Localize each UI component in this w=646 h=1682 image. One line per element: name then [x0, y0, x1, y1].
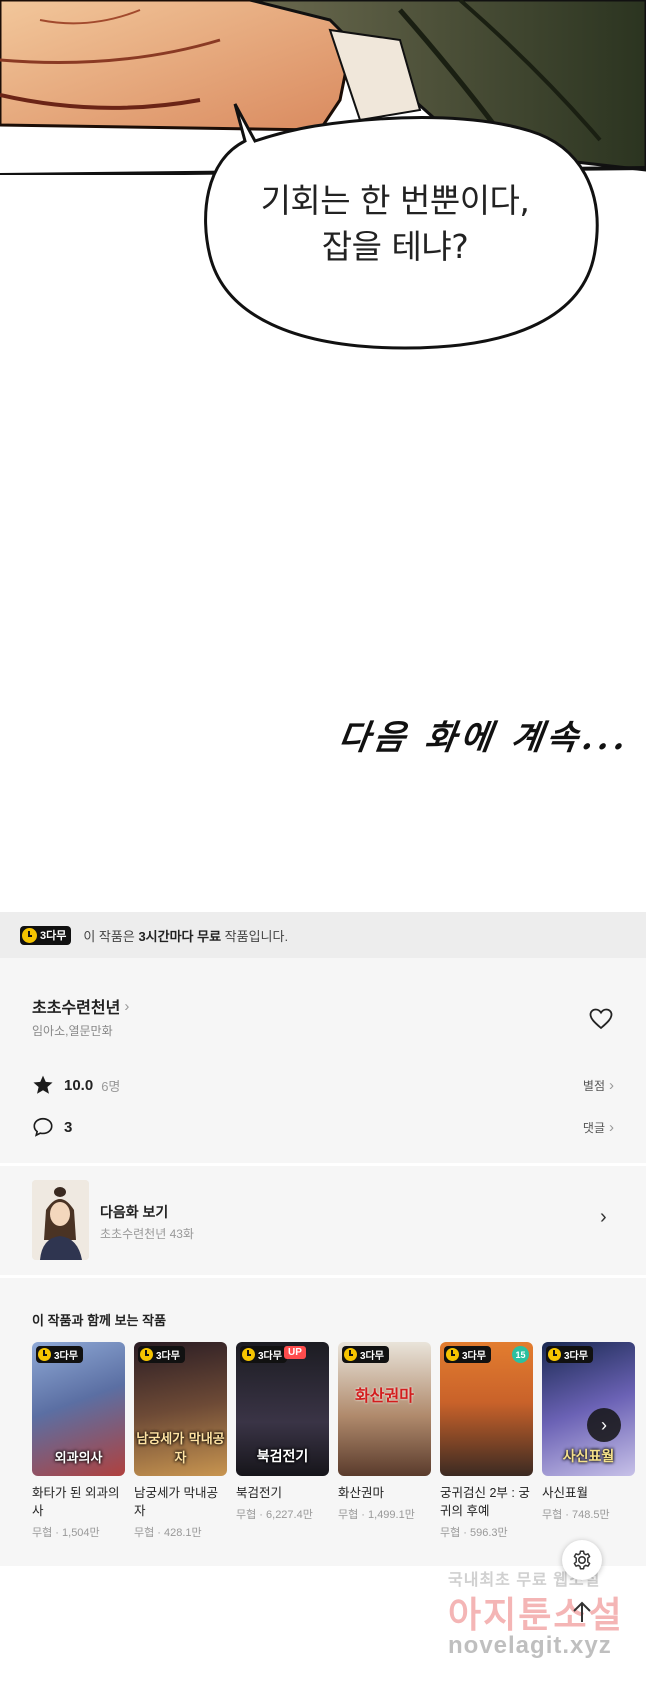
next-episode-row[interactable]: 다음화 보기 초초수련천년 43화 › — [0, 1166, 646, 1275]
chevron-right-icon: › — [601, 1414, 607, 1435]
settings-button[interactable] — [562, 1540, 602, 1580]
wait-free-badge: 3다무 — [20, 925, 72, 945]
watermark-line-3: novelagit.xyz — [448, 1632, 612, 1659]
next-episode-label: 다음화 보기 — [100, 1204, 169, 1220]
card-meta: 무협 · 596.3만 — [440, 1527, 508, 1539]
recommendation-card[interactable]: 3다무 15 궁귀검신 2부 : 궁귀의 후예 무협 · 596.3만 — [440, 1342, 533, 1540]
recommendations-carousel: 3다무 외과의사 화타가 된 외과의사 무협 · 1,504만 3다무 남궁세가… — [32, 1342, 646, 1552]
card-badge-label: 3다무 — [462, 1351, 486, 1362]
rating-link-label: 별점 — [582, 1078, 605, 1093]
card-title: 궁귀검신 2부 : 궁귀의 후예 — [440, 1486, 530, 1518]
to-be-continued-text: 다음 화에 계속... — [335, 718, 633, 758]
clock-icon — [38, 1348, 51, 1361]
wait-free-badge: 3다무 — [444, 1346, 491, 1363]
free-schedule-banner: 3다무 이 작품은 3시간마다 무료 작품입니다. — [0, 912, 646, 958]
card-title: 화타가 된 외과의사 — [32, 1486, 120, 1518]
carousel-next-button[interactable]: › — [587, 1408, 621, 1442]
wait-free-badge: 3다무 — [138, 1346, 185, 1363]
card-meta: 무협 · 1,499.1만 — [338, 1509, 415, 1521]
cover-title-art: 외과의사 — [54, 1451, 103, 1466]
thumbnail-art — [32, 1180, 89, 1260]
clock-icon — [140, 1348, 153, 1361]
card-badge-label: 3다무 — [258, 1351, 282, 1362]
wait-free-badge-label: 3다무 — [40, 930, 67, 942]
comment-row: 3 댓글 › — [32, 1114, 614, 1140]
card-badge-label: 3다무 — [360, 1351, 384, 1362]
wait-free-badge: 3다무 — [240, 1346, 287, 1363]
card-title: 화산권마 — [338, 1486, 385, 1500]
clock-icon — [344, 1348, 357, 1361]
speech-line-2: 잡을 테냐? — [321, 227, 469, 266]
series-authors: 임아소,열문만화 — [32, 1024, 113, 1038]
next-episode-thumbnail — [32, 1180, 89, 1260]
card-title: 북검전기 — [236, 1486, 283, 1500]
card-cover: 3다무 남궁세가 막내공자 — [134, 1342, 227, 1476]
scroll-to-top-button[interactable] — [566, 1596, 598, 1628]
chevron-right-icon: › — [609, 1076, 614, 1094]
comment-link[interactable]: 댓글 › — [583, 1119, 614, 1136]
card-meta: 무협 · 748.5만 — [542, 1509, 610, 1521]
comment-icon — [33, 1117, 53, 1137]
clock-icon — [548, 1348, 561, 1361]
series-title-link[interactable]: 초초수련천년 › — [32, 994, 129, 1018]
recommendation-card[interactable]: 3다무 화산권마 화산권마 무협 · 1,499.1만 — [338, 1342, 431, 1522]
card-meta: 무협 · 428.1만 — [134, 1527, 202, 1539]
chevron-right-icon: › — [609, 1118, 614, 1136]
clock-icon — [22, 927, 37, 943]
speech-line-1: 기회는 한 번뿐이다, — [260, 181, 530, 220]
free-banner-text-bold: 3시간마다 무료 — [138, 928, 222, 944]
cover-title-art: 남궁세가 막내공자 — [136, 1432, 225, 1466]
card-title: 사신표월 — [542, 1486, 589, 1500]
series-title: 초초수련천년 — [32, 1000, 121, 1017]
update-tag: UP — [284, 1346, 306, 1359]
age-rating-badge: 15 — [512, 1346, 529, 1363]
cover-title-art: 북검전기 — [256, 1449, 309, 1465]
rating-link[interactable]: 별점 › — [583, 1077, 614, 1094]
recommendations-title: 이 작품과 함께 보는 작품 — [32, 1313, 167, 1328]
cover-title-art: 사신표월 — [562, 1449, 615, 1465]
clock-icon — [242, 1348, 255, 1361]
next-episode-subtitle: 초초수련천년 43화 — [100, 1227, 194, 1241]
comment-count: 3 — [64, 1118, 73, 1136]
recommendation-card[interactable]: 3다무 UP 북검전기 북검전기 무협 · 6,227.4만 — [236, 1342, 329, 1522]
arrow-up-icon — [573, 1601, 591, 1622]
recommendation-card[interactable]: 3다무 남궁세가 막내공자 남궁세가 막내공자 무협 · 428.1만 — [134, 1342, 227, 1540]
free-banner-text: 이 작품은 3시간마다 무료 작품입니다. — [83, 926, 288, 945]
settings-gear-icon — [573, 1550, 591, 1570]
recommendation-card[interactable]: 3다무 외과의사 화타가 된 외과의사 무협 · 1,504만 — [32, 1342, 125, 1540]
recommendations-section: 이 작품과 함께 보는 작품 3다무 외과의사 화타가 된 외과의사 무협 · … — [0, 1278, 646, 1566]
clock-icon — [446, 1348, 459, 1361]
card-cover: 3다무 15 — [440, 1342, 533, 1476]
card-cover: 3다무 사신표월 — [542, 1342, 635, 1476]
rating-count: 6명 — [101, 1078, 121, 1094]
card-badge-label: 3다무 — [156, 1351, 180, 1362]
card-meta: 무협 · 6,227.4만 — [236, 1509, 313, 1521]
rating-value: 10.0 — [64, 1076, 94, 1094]
chevron-right-icon: › — [600, 1206, 607, 1228]
card-badge-label: 3다무 — [564, 1351, 588, 1362]
card-badge-label: 3다무 — [54, 1351, 78, 1362]
card-meta: 무협 · 1,504만 — [32, 1527, 100, 1539]
card-cover: 3다무 UP 북검전기 — [236, 1342, 329, 1476]
series-info-section: 초초수련천년 › 임아소,열문만화 10.0 6명 별점 › 3 댓글 › — [0, 958, 646, 1163]
card-cover: 3다무 외과의사 — [32, 1342, 125, 1476]
comic-panel: 기회는 한 번뿐이다, 잡을 테냐? 다음 화에 계속... — [0, 0, 646, 910]
star-icon — [33, 1075, 53, 1094]
rating-row: 10.0 6명 별점 › — [32, 1072, 614, 1098]
card-cover: 3다무 화산권마 — [338, 1342, 431, 1476]
speech-text: 기회는 한 번뿐이다, 잡을 테냐? — [215, 178, 575, 270]
free-banner-text-pre: 이 작품은 — [83, 928, 139, 944]
wait-free-badge: 3다무 — [546, 1346, 593, 1363]
heart-icon[interactable] — [589, 1008, 613, 1030]
card-title: 남궁세가 막내공자 — [134, 1486, 218, 1518]
comment-link-label: 댓글 — [582, 1120, 605, 1135]
free-banner-text-post: 작품입니다. — [221, 928, 289, 944]
cover-title-art: 화산권마 — [355, 1386, 414, 1405]
chevron-right-icon: › — [124, 997, 130, 1015]
wait-free-badge: 3다무 — [342, 1346, 389, 1363]
wait-free-badge: 3다무 — [36, 1346, 83, 1363]
